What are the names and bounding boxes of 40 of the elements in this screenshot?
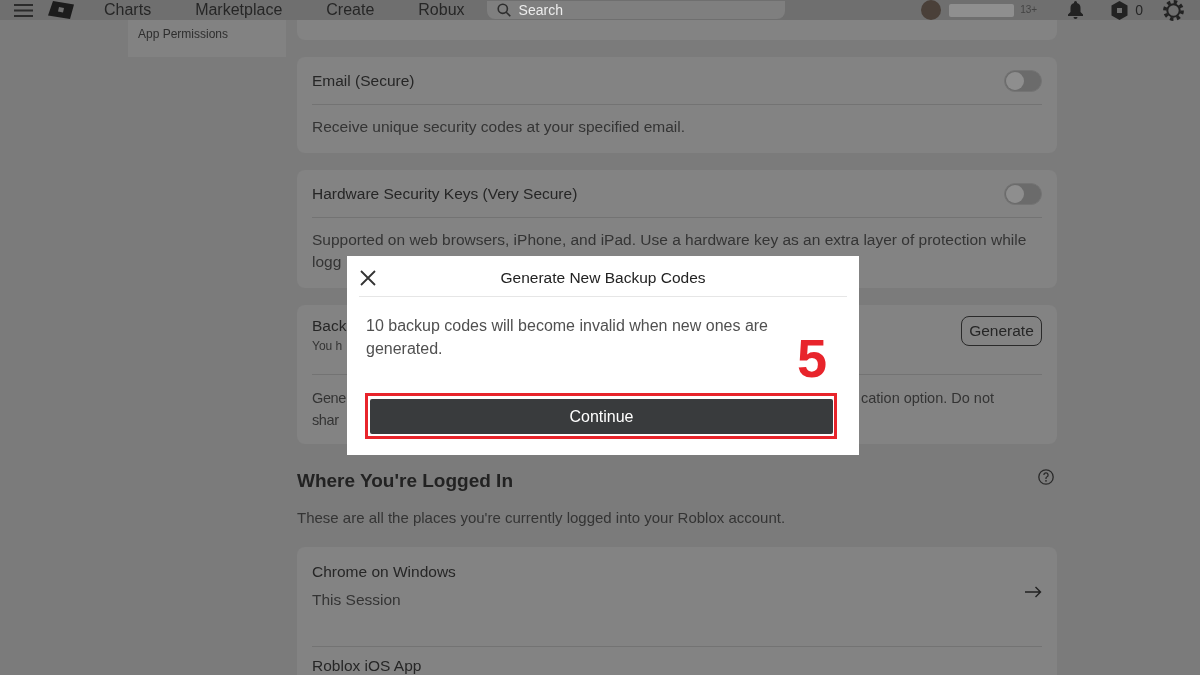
option-description: Receive unique security codes at your specified email. xyxy=(312,117,686,137)
session-device[interactable]: Chrome on Windows xyxy=(312,561,456,583)
toggle-switch[interactable] xyxy=(1004,182,1042,205)
search-field[interactable]: Search xyxy=(486,1,785,19)
option-title: Back xyxy=(312,316,347,336)
toggle-switch[interactable] xyxy=(1004,69,1042,92)
generate-button[interactable]: Generate xyxy=(961,316,1042,346)
option-subtitle: You h xyxy=(312,338,343,355)
bell-icon[interactable] xyxy=(1067,1,1085,19)
avatar-icon[interactable] xyxy=(921,0,942,20)
description-fragment: shar xyxy=(312,411,339,430)
nav-link[interactable]: Create xyxy=(326,0,375,20)
option-title: Email (Secure) xyxy=(312,70,415,91)
currency-count: 0 xyxy=(1135,1,1143,19)
hexagon-icon[interactable] xyxy=(1110,0,1130,20)
option-description: Supported on web browsers, iPhone, and iPad. Use a hardware key as an extra layer of protection while xyxy=(312,230,1027,250)
logo-icon[interactable] xyxy=(48,1,74,19)
section-description: These are all the places you're currently logged into your Roblox account. xyxy=(297,508,787,528)
session-status: This Session xyxy=(312,590,401,610)
close-icon[interactable] xyxy=(360,269,376,286)
option-title: Hardware Security Keys (Very Secure) xyxy=(312,183,578,204)
nav-link[interactable]: Marketplace xyxy=(195,0,283,20)
session-device[interactable]: Roblox iOS App xyxy=(312,657,422,675)
nav-link[interactable]: Charts xyxy=(104,0,152,20)
help-icon[interactable] xyxy=(1038,469,1054,485)
nav-link[interactable]: Robux xyxy=(418,0,465,20)
section-heading: Where You're Logged In xyxy=(297,469,513,493)
arrow-right-icon[interactable] xyxy=(1025,586,1042,598)
modal-message: 10 backup codes will become invalid when new ones are generated. xyxy=(366,316,769,359)
description-fragment: Gene xyxy=(312,389,346,408)
menu-icon[interactable] xyxy=(14,3,33,17)
step-number: 5 xyxy=(797,331,828,385)
description-fragment: cation option. Do not xyxy=(861,389,994,408)
sidebar-link[interactable]: App Permissions xyxy=(138,26,229,42)
continue-button[interactable]: Continue xyxy=(370,399,833,434)
modal-title: Generate New Backup Codes xyxy=(500,267,706,288)
settings-icon[interactable] xyxy=(1163,0,1184,21)
redacted-name-block xyxy=(949,3,1015,17)
option-description: logg xyxy=(312,252,342,272)
search-icon xyxy=(496,3,511,17)
